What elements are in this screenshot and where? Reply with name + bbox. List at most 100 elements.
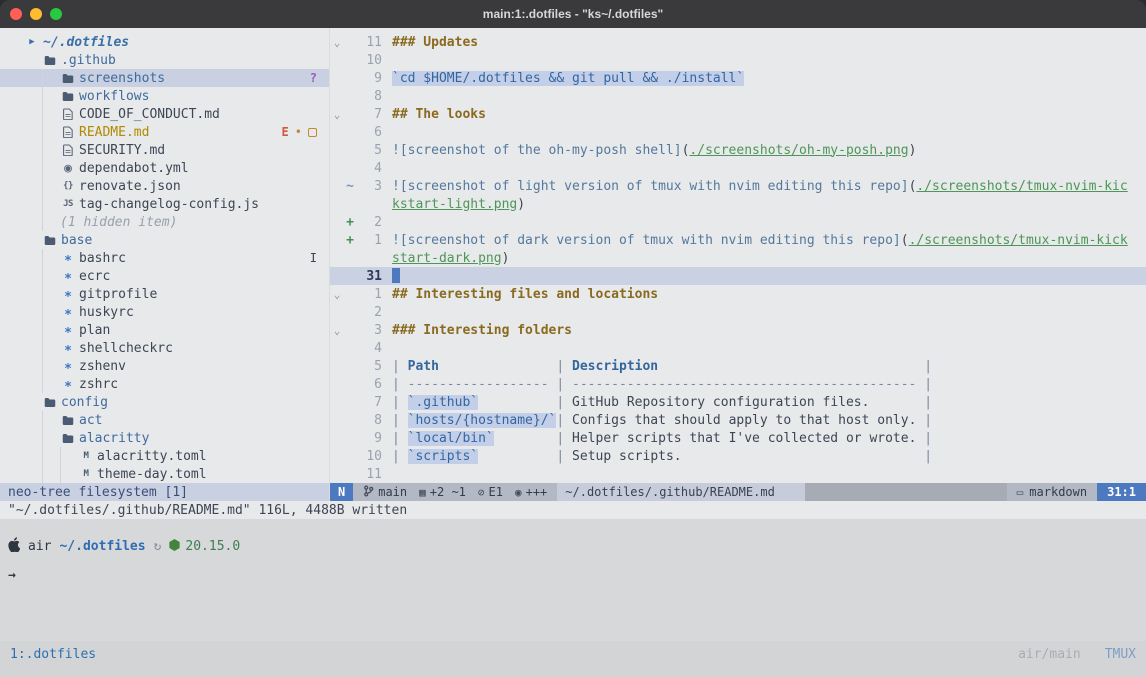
wrapped-line[interactable]: kstart-light.png) bbox=[330, 195, 1146, 213]
line-number: 11 bbox=[356, 467, 382, 482]
buffer-line[interactable]: 10 bbox=[330, 51, 1146, 69]
tree-item-label: shellcheckrc bbox=[79, 341, 173, 356]
prompt-input-line[interactable]: → bbox=[8, 568, 1138, 583]
buffer-line[interactable]: 8 bbox=[330, 87, 1146, 105]
buffer-line[interactable]: 10| `scripts` | Setup scripts. | bbox=[330, 447, 1146, 465]
buffer-line[interactable]: +1![screenshot of dark version of tmux w… bbox=[330, 231, 1146, 249]
buffer-line[interactable]: +2 bbox=[330, 213, 1146, 231]
buffer-line[interactable]: 5![screenshot of the oh-my-posh shell](.… bbox=[330, 141, 1146, 159]
traffic-lights bbox=[10, 8, 62, 20]
tree-item-huskyrc[interactable]: ∗huskyrc bbox=[0, 303, 329, 321]
tree-item--.dotfiles[interactable]: ▶~/.dotfiles bbox=[0, 33, 329, 51]
tree-item-zshrc[interactable]: ∗zshrc bbox=[0, 375, 329, 393]
buffer-line[interactable]: 6| ------------------ | ----------------… bbox=[330, 375, 1146, 393]
indent-guide bbox=[42, 87, 60, 105]
tree-item-dependabot.yml[interactable]: ◉dependabot.yml bbox=[0, 159, 329, 177]
buffer-line[interactable]: 4 bbox=[330, 159, 1146, 177]
tree-item-security.md[interactable]: SECURITY.md bbox=[0, 141, 329, 159]
tree-item-readme.md[interactable]: README.mdE• bbox=[0, 123, 329, 141]
tree-item-plan[interactable]: ∗plan bbox=[0, 321, 329, 339]
buffer-line[interactable]: 9| `local/bin` | Helper scripts that I'v… bbox=[330, 429, 1146, 447]
indent-guide bbox=[42, 105, 60, 123]
tree-item-alacritty.toml[interactable]: Malacritty.toml bbox=[0, 447, 329, 465]
shell-icon: ∗ bbox=[60, 305, 76, 320]
git-diff-segment: ▦ +2 ~1 bbox=[419, 485, 466, 499]
seg-url: ./screenshots/tmux-nvim-kick bbox=[909, 233, 1128, 248]
seg-pipe: | bbox=[392, 413, 408, 428]
tree-item-config[interactable]: config bbox=[0, 393, 329, 411]
tmux-label: TMUX bbox=[1105, 647, 1136, 662]
buffer-line[interactable]: 7| `.github` | GitHub Repository configu… bbox=[330, 393, 1146, 411]
line-number: 6 bbox=[356, 125, 382, 140]
seg-th: Path bbox=[408, 359, 439, 374]
current-line[interactable]: 31 bbox=[330, 267, 1146, 285]
tree-item-label: tag-changelog-config.js bbox=[79, 197, 259, 212]
indent-guide bbox=[24, 429, 42, 447]
fold-marker[interactable]: ⌄ bbox=[330, 324, 344, 337]
shell-icon: ∗ bbox=[60, 323, 76, 338]
buffer-line[interactable]: ⌄11### Updates bbox=[330, 33, 1146, 51]
tree-item-renovate.json[interactable]: {}renovate.json bbox=[0, 177, 329, 195]
shell-pane[interactable]: air ~/.dotfiles ↻ 20.15.0 → 1:.dotfiles … bbox=[0, 519, 1146, 677]
buffer[interactable]: ⌄11### Updates109`cd $HOME/.dotfiles && … bbox=[330, 28, 1146, 483]
indent-guide bbox=[24, 231, 42, 249]
editor-pane: ⌄11### Updates109`cd $HOME/.dotfiles && … bbox=[330, 28, 1146, 501]
tree-item-theme-day.toml[interactable]: Mtheme-day.toml bbox=[0, 465, 329, 483]
tree-item-shellcheckrc[interactable]: ∗shellcheckrc bbox=[0, 339, 329, 357]
fold-marker[interactable]: ⌄ bbox=[330, 288, 344, 301]
tree-item-screenshots[interactable]: screenshots? bbox=[0, 69, 329, 87]
buffer-line[interactable]: 11 bbox=[330, 465, 1146, 483]
line-number: 4 bbox=[356, 341, 382, 356]
tree-item-gitprofile[interactable]: ∗gitprofile bbox=[0, 285, 329, 303]
markdown-icon bbox=[60, 108, 76, 120]
buffer-line[interactable]: 4 bbox=[330, 339, 1146, 357]
buffer-line[interactable]: ⌄1## Interesting files and locations bbox=[330, 285, 1146, 303]
prompt-cwd: ~/.dotfiles bbox=[59, 539, 145, 554]
buffer-line[interactable]: ⌄7## The looks bbox=[330, 105, 1146, 123]
tmux-window-tab[interactable]: 1:.dotfiles bbox=[10, 647, 96, 662]
line-number: 6 bbox=[356, 377, 382, 392]
fold-marker[interactable]: ⌄ bbox=[330, 108, 344, 121]
tree-item-badges: ? bbox=[310, 72, 317, 84]
seg-t: Setup scripts. bbox=[572, 449, 924, 464]
tree-item-zshenv[interactable]: ∗zshenv bbox=[0, 357, 329, 375]
buffer-line[interactable]: ~3![screenshot of light version of tmux … bbox=[330, 177, 1146, 195]
tree-item-label: screenshots bbox=[79, 71, 165, 86]
buffer-line[interactable]: ⌄3### Interesting folders bbox=[330, 321, 1146, 339]
indent-guide bbox=[60, 465, 78, 483]
tree-item-label: README.md bbox=[79, 125, 149, 140]
tree-item-code-of-conduct.md[interactable]: CODE_OF_CONDUCT.md bbox=[0, 105, 329, 123]
buffer-line[interactable]: 6 bbox=[330, 123, 1146, 141]
tree-item--1-hidden-item-[interactable]: (1 hidden item) bbox=[0, 213, 329, 231]
indent-guide bbox=[42, 411, 60, 429]
tree-item-ecrc[interactable]: ∗ecrc bbox=[0, 267, 329, 285]
line-number: 2 bbox=[356, 305, 382, 320]
tree-item-tag-changelog-config.js[interactable]: JStag-changelog-config.js bbox=[0, 195, 329, 213]
buffer-line[interactable]: 9`cd $HOME/.dotfiles && git pull && ./in… bbox=[330, 69, 1146, 87]
tree-item-label: (1 hidden item) bbox=[60, 215, 177, 230]
terminal-window: main:1:.dotfiles - "ks~/.dotfiles" ▶~/.d… bbox=[0, 0, 1146, 677]
zoom-button[interactable] bbox=[50, 8, 62, 20]
folder-icon bbox=[60, 433, 76, 444]
minimize-button[interactable] bbox=[30, 8, 42, 20]
fold-marker[interactable]: ⌄ bbox=[330, 36, 344, 49]
ibeam-badge: I bbox=[310, 252, 317, 264]
line-text: | `scripts` | Setup scripts. | bbox=[392, 449, 932, 464]
seg-h: ## The looks bbox=[392, 107, 486, 122]
buffer-line[interactable]: 8| `hosts/{hostname}/`| Configs that sho… bbox=[330, 411, 1146, 429]
tree-item-bashrc[interactable]: ∗bashrcI bbox=[0, 249, 329, 267]
markdown-icon bbox=[60, 126, 76, 138]
tree-item-.github[interactable]: .github bbox=[0, 51, 329, 69]
tree-item-label: zshenv bbox=[79, 359, 126, 374]
indent-guide bbox=[24, 69, 42, 87]
tree-item-base[interactable]: base bbox=[0, 231, 329, 249]
buffer-line[interactable]: 5| Path | Description | bbox=[330, 357, 1146, 375]
node-segment: 20.15.0 bbox=[169, 539, 240, 555]
tree-item-alacritty[interactable]: alacritty bbox=[0, 429, 329, 447]
tree-item-act[interactable]: act bbox=[0, 411, 329, 429]
tree-item-workflows[interactable]: workflows bbox=[0, 87, 329, 105]
wrapped-line[interactable]: start-dark.png) bbox=[330, 249, 1146, 267]
close-button[interactable] bbox=[10, 8, 22, 20]
line-text: ## The looks bbox=[392, 107, 486, 122]
buffer-line[interactable]: 2 bbox=[330, 303, 1146, 321]
